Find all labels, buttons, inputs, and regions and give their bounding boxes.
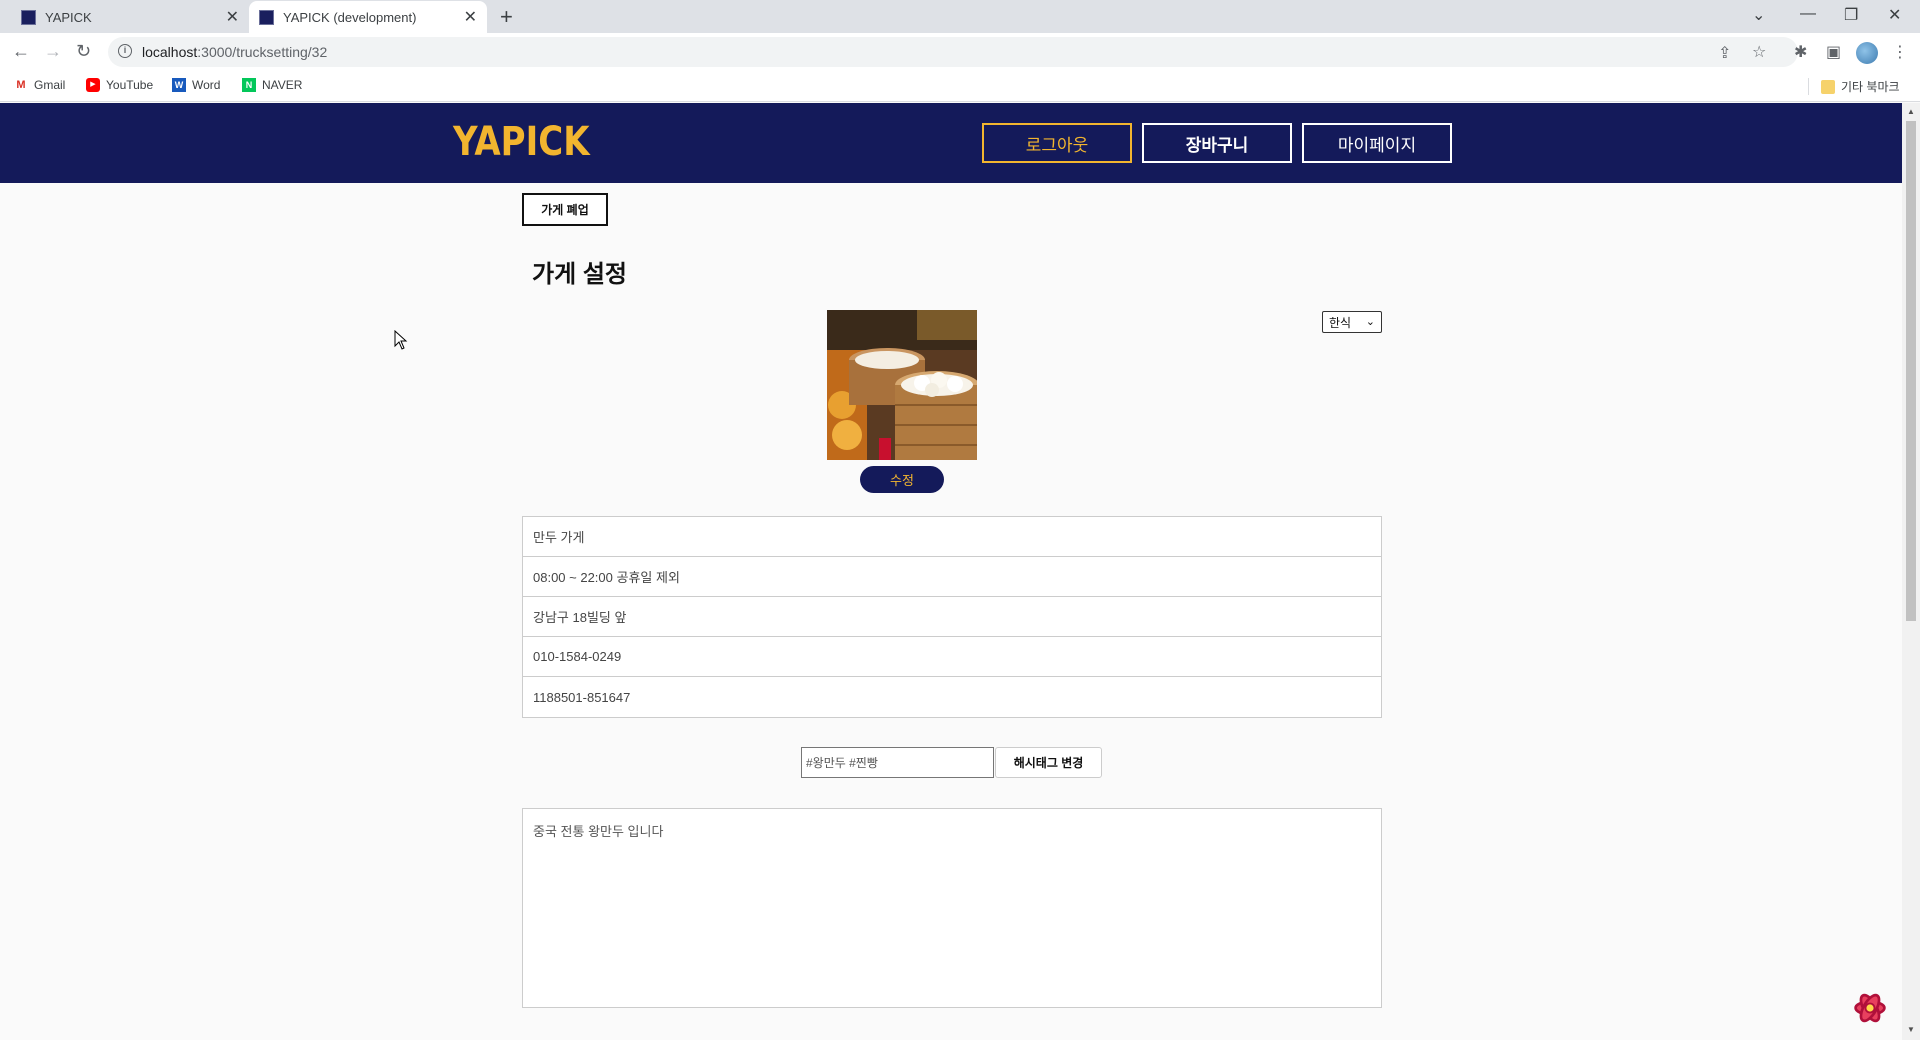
site-header: YAPICK 로그아웃 장바구니 마이페이지 (0, 103, 1902, 183)
mypage-button[interactable]: 마이페이지 (1302, 123, 1452, 163)
bookmark-word[interactable]: W Word (172, 78, 220, 92)
site-info-icon[interactable]: i (118, 44, 132, 58)
other-bookmarks[interactable]: 기타 북마크 (1808, 78, 1900, 95)
window-close-icon[interactable]: ✕ (1888, 5, 1901, 25)
bookmark-youtube[interactable]: ▶ YouTube (86, 78, 153, 92)
store-location-field[interactable]: 강남구 18빌딩 앞 (523, 597, 1381, 637)
store-photo (827, 310, 977, 460)
forward-icon[interactable]: → (44, 41, 62, 62)
profile-avatar[interactable] (1856, 42, 1878, 64)
store-info-list: 만두 가게 08:00 ~ 22:00 공휴일 제외 강남구 18빌딩 앞 01… (522, 516, 1382, 718)
share-icon[interactable]: ⇪ (1718, 43, 1731, 63)
scroll-up-icon[interactable]: ▲ (1907, 107, 1915, 116)
hashtag-input[interactable]: #왕만두 #찐빵 (801, 747, 994, 778)
minimize-icon[interactable]: — (1800, 5, 1816, 23)
naver-icon: N (242, 78, 256, 92)
close-store-button[interactable]: 가게 폐업 (522, 193, 608, 226)
tab-yapick[interactable]: YAPICK ✕ (11, 1, 249, 33)
folder-icon (1821, 79, 1835, 94)
store-phone-field[interactable]: 010-1584-0249 (523, 637, 1381, 677)
extensions-icon[interactable]: ✱ (1794, 42, 1807, 62)
store-description-textarea[interactable]: 중국 전통 왕만두 입니다 (522, 808, 1382, 1008)
store-business-number-field[interactable]: 1188501-851647 (523, 677, 1381, 717)
close-icon[interactable]: ✕ (226, 7, 239, 27)
logout-button[interactable]: 로그아웃 (982, 123, 1132, 163)
bookmark-gmail[interactable]: M Gmail (14, 78, 65, 92)
bookmark-star-icon[interactable]: ☆ (1752, 42, 1766, 62)
restore-icon[interactable]: ❐ (1844, 5, 1858, 25)
youtube-icon: ▶ (86, 78, 100, 92)
edit-photo-button[interactable]: 수정 (860, 466, 944, 493)
bookmarks-bar: M Gmail ▶ YouTube W Word N NAVER 기타 북마크 (0, 71, 1920, 102)
tab-bar: YAPICK ✕ YAPICK (development) ✕ + ⌄ — ❐ … (0, 0, 1920, 33)
store-hours-field[interactable]: 08:00 ~ 22:00 공휴일 제외 (523, 557, 1381, 597)
site-logo[interactable]: YAPICK (453, 119, 590, 165)
category-select[interactable]: 한식 ⌄ (1322, 311, 1382, 333)
back-icon[interactable]: ← (12, 41, 30, 62)
menu-icon[interactable]: ⋮ (1892, 42, 1908, 62)
url-text: localhost:3000/trucksetting/32 (142, 44, 328, 60)
change-hashtag-button[interactable]: 해시태그 변경 (995, 747, 1102, 778)
cart-button[interactable]: 장바구니 (1142, 123, 1292, 163)
new-tab-icon[interactable]: + (500, 4, 513, 30)
dumpling-steamer-image (827, 310, 977, 460)
favicon-icon (21, 9, 36, 25)
scrollbar-thumb[interactable] (1906, 121, 1916, 621)
side-panel-icon[interactable]: ▣ (1826, 42, 1841, 62)
browser-toolbar: ← → ↻ i localhost:3000/trucksetting/32 ⇪… (0, 33, 1920, 71)
tab-search-icon[interactable]: ⌄ (1752, 5, 1765, 25)
page-scrollbar[interactable]: ▲ ▼ (1902, 103, 1920, 1040)
page-title: 가게 설정 (532, 261, 627, 288)
favicon-icon (259, 9, 274, 25)
tab-title: YAPICK (45, 9, 92, 25)
address-bar[interactable]: i localhost:3000/trucksetting/32 ⇪ ☆ (108, 37, 1798, 67)
tab-title: YAPICK (development) (283, 9, 417, 25)
tab-yapick-development[interactable]: YAPICK (development) ✕ (249, 1, 487, 33)
react-devtools-icon[interactable] (1852, 990, 1888, 1026)
scroll-down-icon[interactable]: ▼ (1907, 1025, 1915, 1034)
mouse-cursor-icon (394, 330, 408, 350)
bookmark-naver[interactable]: N NAVER (242, 78, 302, 92)
close-icon[interactable]: ✕ (464, 7, 477, 27)
reload-icon[interactable]: ↻ (76, 41, 91, 62)
store-name-field[interactable]: 만두 가게 (523, 517, 1381, 557)
word-icon: W (172, 78, 186, 92)
chevron-down-icon: ⌄ (1365, 316, 1375, 328)
gmail-icon: M (16, 79, 26, 91)
